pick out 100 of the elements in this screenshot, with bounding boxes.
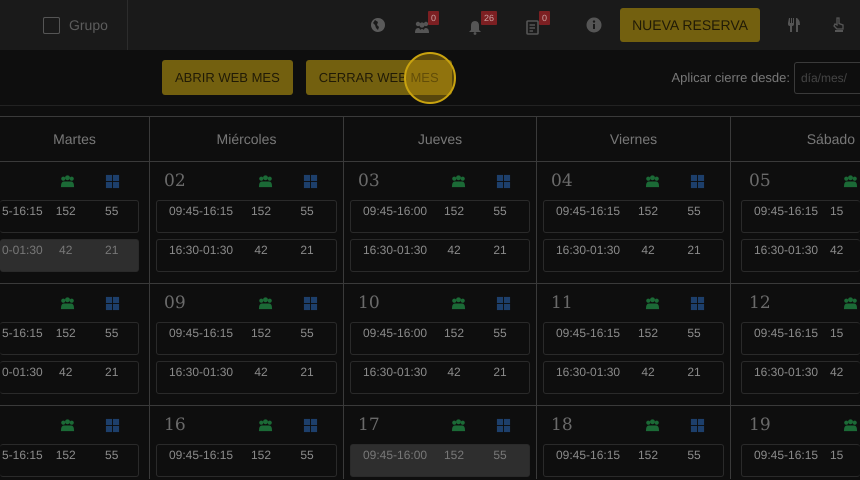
day-cell[interactable]: 03 09:45-16:00 152 55 16:30-01:30 42 21 <box>344 162 537 284</box>
time-slot[interactable]: 16:30-01:30 42 21 <box>350 361 530 394</box>
time-slot[interactable]: 16:30-01:30 42 <box>741 361 860 394</box>
month-web-button[interactable]: ABRIR WEB MES <box>162 60 293 95</box>
time-slot[interactable]: 16:30-01:30 42 21 <box>156 361 337 394</box>
day-cell[interactable]: 18 09:45-16:15 152 55 <box>537 406 731 479</box>
day-cell[interactable]: 04 09:45-16:15 152 55 16:30-01:30 42 21 <box>537 162 731 284</box>
time-slot[interactable]: 09:45-16:15 15 <box>741 322 860 355</box>
time-slot[interactable]: 0-01:30 42 21 <box>0 239 139 272</box>
people-icon <box>451 174 466 188</box>
slot-count: 55 <box>104 204 120 218</box>
time-slot[interactable]: 09:45-16:15 152 55 <box>156 322 337 355</box>
day-cell[interactable]: 05 09:45-16:15 15 16:30-01:30 42 <box>731 162 860 284</box>
globe-icon[interactable] <box>370 17 386 33</box>
day-cell[interactable]: 5-16:15 152 55 0-01:30 42 21 <box>0 284 150 406</box>
day-number: 02 <box>163 171 186 191</box>
slot-count: 55 <box>299 448 315 462</box>
cutlery-icon[interactable] <box>786 17 802 33</box>
slot-count: 152 <box>250 448 272 462</box>
grid-icon <box>496 418 511 432</box>
time-slot[interactable]: 5-16:15 152 55 <box>0 444 139 477</box>
slot-time: 5-16:15 <box>2 204 43 218</box>
count-badge: 26 <box>481 11 498 25</box>
weekday-header: Jueves <box>344 117 537 162</box>
slot-time: 16:30-01:30 <box>754 365 820 379</box>
time-slot[interactable]: 5-16:15 152 55 <box>0 200 139 233</box>
day-cell[interactable]: 5-16:15 152 55 0-01:30 42 21 <box>0 162 150 284</box>
slot-time: 5-16:15 <box>2 448 43 462</box>
weekday-header: Sábado <box>731 117 860 162</box>
day-cell[interactable]: 5-16:15 152 55 <box>0 406 150 479</box>
slot-count: 152 <box>54 448 77 462</box>
day-cell[interactable]: 17 09:45-16:00 152 55 <box>344 406 537 479</box>
time-slot[interactable]: 09:45-16:15 152 55 <box>156 444 337 477</box>
slot-count: 21 <box>104 243 120 257</box>
time-slot[interactable]: 09:45-16:00 152 55 <box>350 322 530 355</box>
time-slot[interactable]: 09:45-16:15 15 <box>741 444 860 477</box>
slot-count: 152 <box>636 204 660 218</box>
slot-count: 42 <box>58 365 74 379</box>
people-icon <box>843 296 858 310</box>
slot-time: 09:45-16:15 <box>169 326 234 340</box>
day-cell[interactable]: 11 09:45-16:15 152 55 16:30-01:30 42 21 <box>537 284 731 406</box>
slot-time: 0-01:30 <box>2 243 43 257</box>
time-slot[interactable]: 16:30-01:30 42 21 <box>156 239 337 272</box>
day-cell[interactable]: 09 09:45-16:15 152 55 16:30-01:30 42 21 <box>150 284 344 406</box>
time-slot[interactable]: 16:30-01:30 42 21 <box>350 239 530 272</box>
slot-count: 21 <box>299 243 315 257</box>
slot-count: 55 <box>299 326 315 340</box>
day-cell[interactable]: 10 09:45-16:00 152 55 16:30-01:30 42 21 <box>344 284 537 406</box>
slot-count: 42 <box>446 365 462 379</box>
bell-icon[interactable] <box>467 19 484 35</box>
time-slot[interactable]: 0-01:30 42 21 <box>0 361 139 394</box>
day-number: 17 <box>357 415 380 435</box>
time-slot[interactable]: 09:45-16:15 152 55 <box>543 444 724 477</box>
slot-count: 42 <box>446 243 462 257</box>
time-slot[interactable]: 09:45-16:15 152 55 <box>543 200 724 233</box>
time-slot[interactable]: 09:45-16:15 152 55 <box>543 322 724 355</box>
time-slot[interactable]: 16:30-01:30 42 21 <box>543 239 724 272</box>
slot-count: 42 <box>253 243 269 257</box>
group-label: Grupo <box>69 17 108 33</box>
time-slot[interactable]: 09:45-16:15 152 55 <box>156 200 337 233</box>
time-slot[interactable]: 09:45-16:15 15 <box>741 200 860 233</box>
grid-icon <box>105 418 120 432</box>
time-slot[interactable]: 16:30-01:30 42 21 <box>543 361 724 394</box>
slot-time: 16:30-01:30 <box>556 243 622 257</box>
slot-time: 0-01:30 <box>2 365 43 379</box>
slot-count: 152 <box>250 204 272 218</box>
people-icon <box>645 174 660 188</box>
slot-count: 15 <box>830 448 844 462</box>
time-slot[interactable]: 09:45-16:00 152 55 <box>350 200 530 233</box>
day-cell[interactable]: 16 09:45-16:15 152 55 <box>150 406 344 479</box>
slot-count: 55 <box>104 326 120 340</box>
day-number: 19 <box>748 415 771 435</box>
slot-count: 152 <box>250 326 272 340</box>
slot-count: 55 <box>104 448 120 462</box>
day-cell[interactable]: 02 09:45-16:15 152 55 16:30-01:30 42 21 <box>150 162 344 284</box>
day-cell[interactable]: 12 09:45-16:15 15 16:30-01:30 42 <box>731 284 860 406</box>
day-number: 18 <box>550 415 573 435</box>
people-icon[interactable] <box>414 19 430 35</box>
group-checkbox[interactable] <box>43 16 60 34</box>
time-slot[interactable]: 09:45-16:00 152 55 <box>350 444 530 477</box>
time-slot[interactable]: 16:30-01:30 42 <box>741 239 860 272</box>
time-slot[interactable]: 5-16:15 152 55 <box>0 322 139 355</box>
people-icon <box>843 174 858 188</box>
slot-count: 15 <box>830 326 844 340</box>
slot-time: 5-16:15 <box>2 326 43 340</box>
day-cell[interactable]: 19 09:45-16:15 15 <box>731 406 860 479</box>
day-number: 05 <box>748 171 771 191</box>
grid-icon <box>105 174 120 188</box>
grid-icon <box>303 296 318 310</box>
slot-count: 55 <box>686 204 702 218</box>
grid-icon <box>690 418 705 432</box>
slot-time: 09:45-16:15 <box>556 448 622 462</box>
info-icon[interactable] <box>586 17 602 33</box>
slot-count: 55 <box>686 448 702 462</box>
new-reservation-button[interactable]: NUEVA RESERVA <box>620 8 760 42</box>
slot-time: 09:45-16:15 <box>754 448 820 462</box>
grid-icon <box>303 418 318 432</box>
checklist-icon[interactable] <box>525 19 542 35</box>
people-icon <box>451 418 466 432</box>
people-icon <box>60 174 75 188</box>
